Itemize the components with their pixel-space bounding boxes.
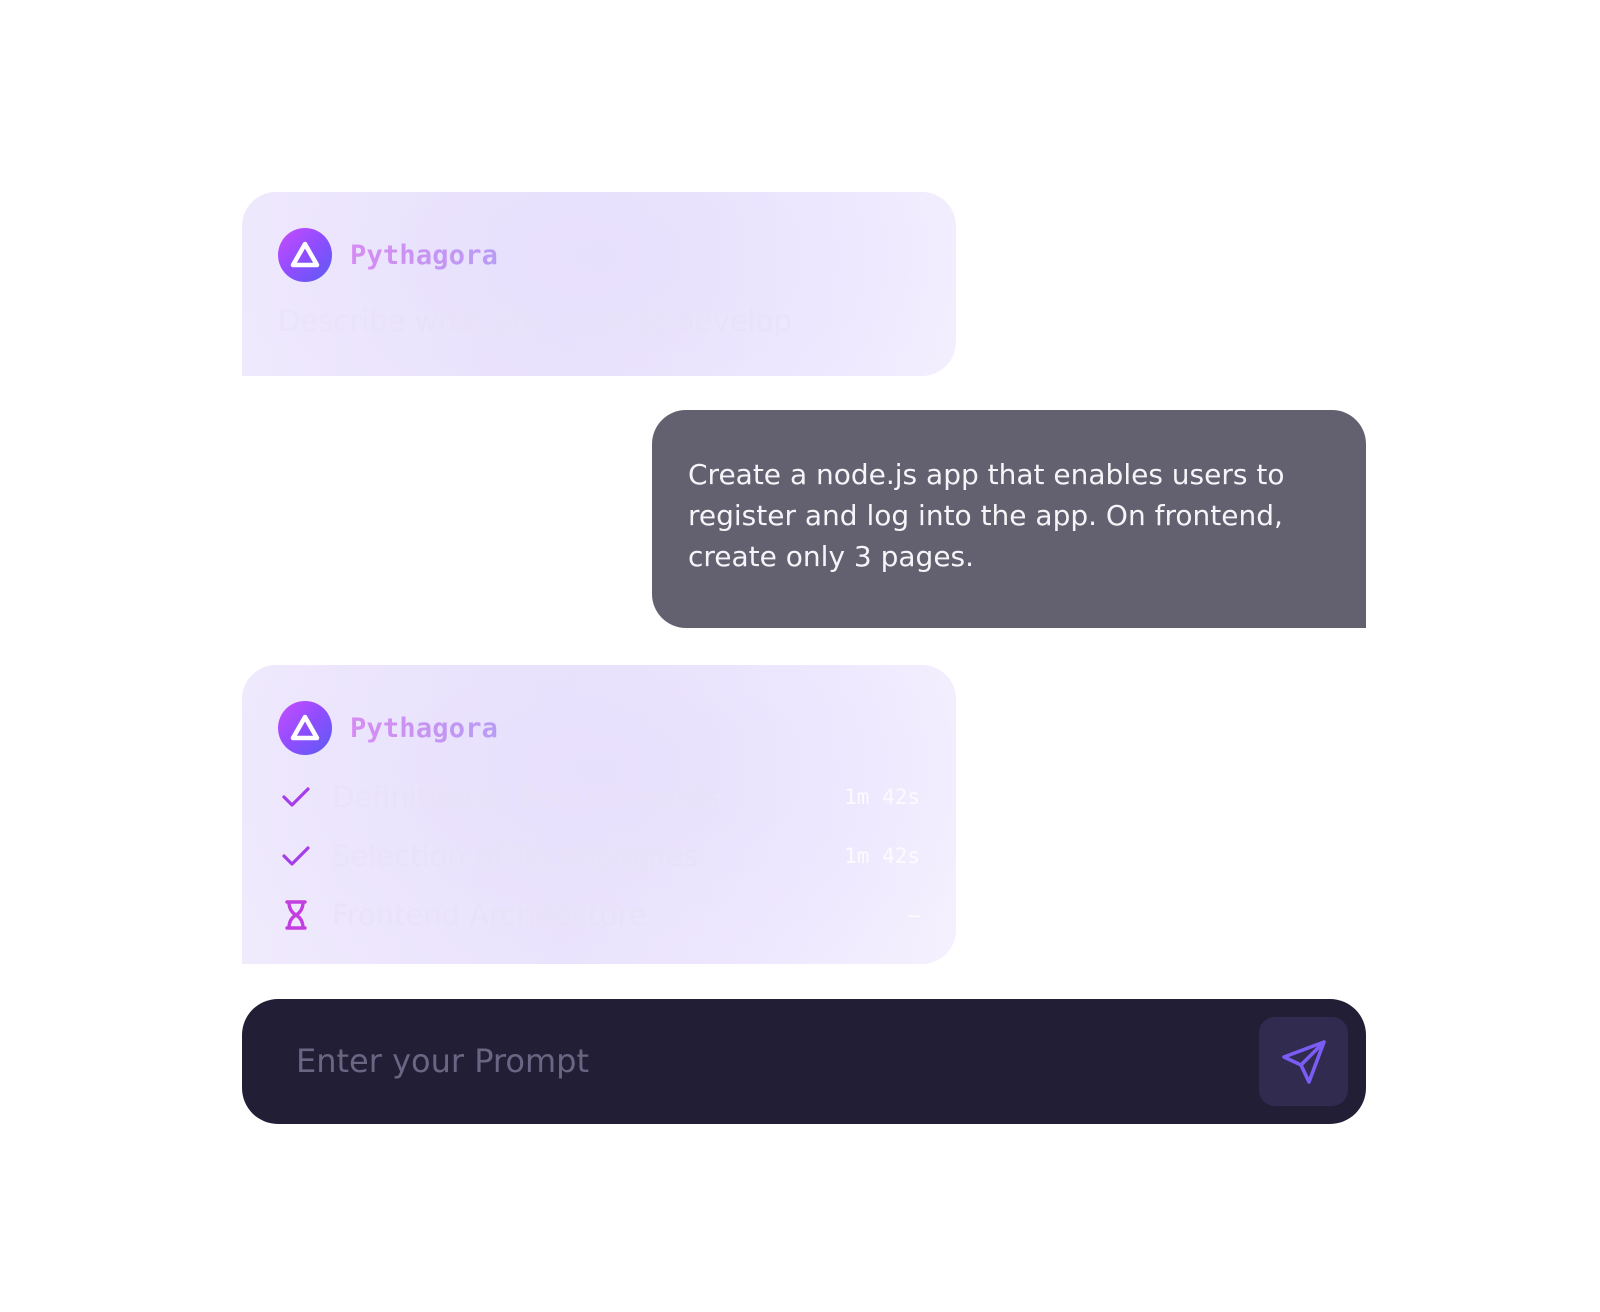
task-item: Selection of Technologies 1m 42s (278, 826, 920, 885)
task-label: Definition of Requirements (332, 779, 721, 814)
task-duration: – (907, 902, 920, 927)
user-message-text: Create a node.js app that enables users … (688, 458, 1285, 573)
assistant-message-header: Pythagora (278, 228, 920, 282)
checkmark-icon (278, 838, 314, 874)
task-duration: 1m 42s (844, 843, 920, 868)
hourglass-icon (278, 897, 314, 933)
task-item: Definition of Requirements 1m 42s (278, 767, 920, 826)
checkmark-icon (278, 779, 314, 815)
sender-name: Pythagora (350, 712, 499, 744)
send-button[interactable] (1259, 1017, 1348, 1106)
task-duration: 1m 42s (844, 784, 920, 809)
assistant-message-text: Describe what you want to develop (278, 304, 792, 338)
task-label: Selection of Technologies (332, 838, 699, 873)
assistant-message: Pythagora Describe what you want to deve… (242, 192, 956, 376)
send-icon (1278, 1036, 1330, 1088)
sender-name: Pythagora (350, 239, 499, 271)
task-label: Frontend Architecture (332, 897, 647, 932)
assistant-message: Pythagora Definition of Requirements 1m … (242, 665, 956, 964)
pythagora-logo-icon (278, 228, 332, 282)
task-item: Frontend Architecture – (278, 885, 920, 944)
user-message: Create a node.js app that enables users … (652, 410, 1366, 628)
prompt-input[interactable] (296, 1029, 1196, 1093)
assistant-message-header: Pythagora (278, 701, 920, 755)
task-list: Definition of Requirements 1m 42s Select… (278, 767, 920, 944)
prompt-bar (242, 999, 1366, 1124)
pythagora-logo-icon (278, 701, 332, 755)
